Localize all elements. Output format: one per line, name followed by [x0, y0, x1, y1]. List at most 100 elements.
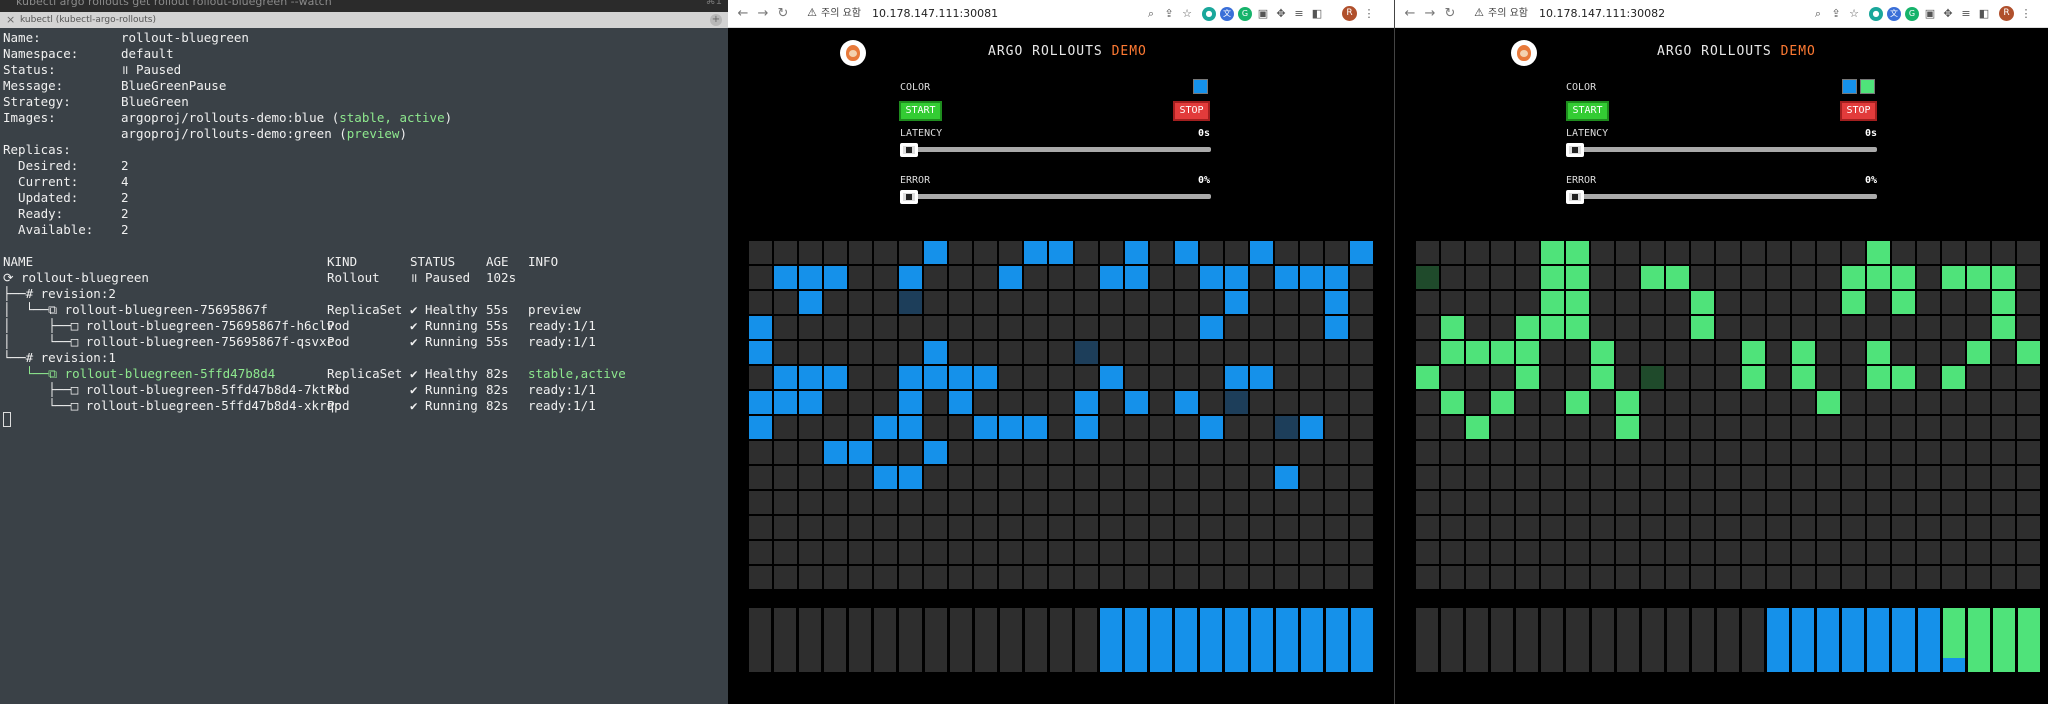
sidepanel-icon[interactable]: ◧	[1310, 7, 1324, 21]
error-slider-track[interactable]	[1566, 194, 1877, 199]
grid-cell	[1841, 391, 1865, 414]
latency-slider-track[interactable]	[900, 147, 1211, 152]
translate-icon[interactable]: 文	[1887, 7, 1901, 21]
history-bar	[1691, 608, 1714, 672]
terminal-field-key: Namespace:	[3, 46, 79, 61]
grid-cell	[824, 541, 848, 564]
grid-cell	[1049, 516, 1073, 539]
zoom-icon[interactable]: ⌕	[1144, 7, 1158, 21]
grid-cell	[1149, 341, 1173, 364]
grid-cell	[1966, 491, 1990, 514]
grid-cell	[824, 266, 848, 289]
security-warning-label[interactable]: 주의 요함	[821, 8, 861, 20]
grid-cell	[1691, 316, 1715, 339]
value-text: 2	[121, 206, 129, 221]
grid-cell	[1566, 416, 1590, 439]
share-icon[interactable]: ⇪	[1162, 7, 1176, 21]
error-slider-thumb[interactable]	[900, 190, 918, 204]
grid-cell	[874, 491, 898, 514]
grid-cell	[1991, 266, 2015, 289]
reading-list-icon[interactable]: ≡	[1959, 7, 1973, 21]
grid-cell	[1791, 541, 1815, 564]
image-extension-icon[interactable]: ▣	[1256, 7, 1270, 21]
latency-slider-track[interactable]	[1566, 147, 1877, 152]
grid-cell	[1299, 541, 1323, 564]
menu-kebab-icon[interactable]: ⋮	[1362, 7, 1376, 21]
grammarly-icon[interactable]: G	[1905, 7, 1919, 21]
grid-cell	[1866, 366, 1890, 389]
grid-cell	[749, 241, 773, 264]
profile-avatar[interactable]: R	[1999, 6, 2014, 21]
grid-cell	[1099, 566, 1123, 589]
table-cell-status: ✔ Running	[410, 334, 478, 349]
grid-cell	[1466, 516, 1490, 539]
grammarly-icon[interactable]: G	[1238, 7, 1252, 21]
grid-cell	[1541, 366, 1565, 389]
grid-cell	[949, 266, 973, 289]
extension-icon[interactable]: ●	[1202, 7, 1216, 21]
warning-icon[interactable]: ⚠	[1473, 7, 1485, 19]
grid-cell	[1616, 466, 1640, 489]
sidepanel-icon[interactable]: ◧	[1977, 7, 1991, 21]
grid-cell	[1841, 291, 1865, 314]
share-icon[interactable]: ⇪	[1829, 7, 1843, 21]
address-bar[interactable]: 10.178.147.111:30082	[1539, 7, 1665, 21]
error-slider-thumb[interactable]	[1566, 190, 1584, 204]
latency-slider-thumb[interactable]	[900, 143, 918, 157]
puzzle-extensions-icon[interactable]: ✥	[1274, 7, 1288, 21]
bookmark-star-icon[interactable]: ☆	[1180, 7, 1194, 21]
menu-kebab-icon[interactable]: ⋮	[2019, 7, 2033, 21]
new-tab-icon[interactable]: +	[710, 14, 722, 26]
table-cell-kind: ReplicaSet	[327, 366, 403, 381]
grid-cell	[1966, 391, 1990, 414]
error-value: 0%	[1864, 175, 1877, 186]
grid-cell	[924, 316, 948, 339]
grid-cell	[1349, 566, 1373, 589]
bookmark-star-icon[interactable]: ☆	[1847, 7, 1861, 21]
profile-avatar[interactable]: R	[1342, 6, 1357, 21]
translate-icon[interactable]: 文	[1220, 7, 1234, 21]
value-highlight: stable, active	[339, 110, 445, 125]
grid-cell	[774, 491, 798, 514]
reading-list-icon[interactable]: ≡	[1292, 7, 1306, 21]
table-cell-age: 55s	[486, 318, 509, 333]
image-extension-icon[interactable]: ▣	[1923, 7, 1937, 21]
error-slider-track[interactable]	[900, 194, 1211, 199]
grid-cell	[899, 541, 923, 564]
extension-icon[interactable]: ●	[1869, 7, 1883, 21]
reload-icon[interactable]: ↻	[776, 6, 790, 22]
grid-cell	[1099, 391, 1123, 414]
grid-cell	[1966, 541, 1990, 564]
latency-slider-thumb[interactable]	[1566, 143, 1584, 157]
grid-cell	[849, 541, 873, 564]
address-bar[interactable]: 10.178.147.111:30081	[872, 7, 998, 21]
terminal-tab[interactable]: kubectl (kubectl-argo-rollouts)	[20, 14, 156, 26]
history-bar	[1175, 608, 1198, 672]
start-button[interactable]: START	[899, 101, 942, 121]
puzzle-extensions-icon[interactable]: ✥	[1941, 7, 1955, 21]
back-icon[interactable]: ←	[736, 6, 750, 22]
forward-icon[interactable]: →	[1423, 6, 1437, 22]
grid-cell	[1916, 441, 1940, 464]
reload-icon[interactable]: ↻	[1443, 6, 1457, 22]
warning-icon[interactable]: ⚠	[806, 7, 818, 19]
back-icon[interactable]: ←	[1403, 6, 1417, 22]
grid-cell	[874, 416, 898, 439]
bar-fill	[1250, 608, 1273, 672]
grid-cell	[1174, 466, 1198, 489]
grid-cell	[949, 341, 973, 364]
grid-cell	[1441, 366, 1465, 389]
security-warning-label[interactable]: 주의 요함	[1488, 8, 1528, 20]
stop-button[interactable]: STOP	[1840, 101, 1877, 121]
grid-cell	[1666, 491, 1690, 514]
table-cell-status: ✔ Healthy	[410, 302, 478, 317]
grid-cell	[1941, 566, 1965, 589]
grid-cell	[1766, 566, 1790, 589]
grid-cell	[749, 366, 773, 389]
forward-icon[interactable]: →	[756, 6, 770, 22]
tab-close-icon[interactable]: ×	[6, 13, 15, 27]
grid-cell	[1516, 391, 1540, 414]
start-button[interactable]: START	[1566, 101, 1609, 121]
stop-button[interactable]: STOP	[1173, 101, 1210, 121]
zoom-icon[interactable]: ⌕	[1811, 7, 1825, 21]
